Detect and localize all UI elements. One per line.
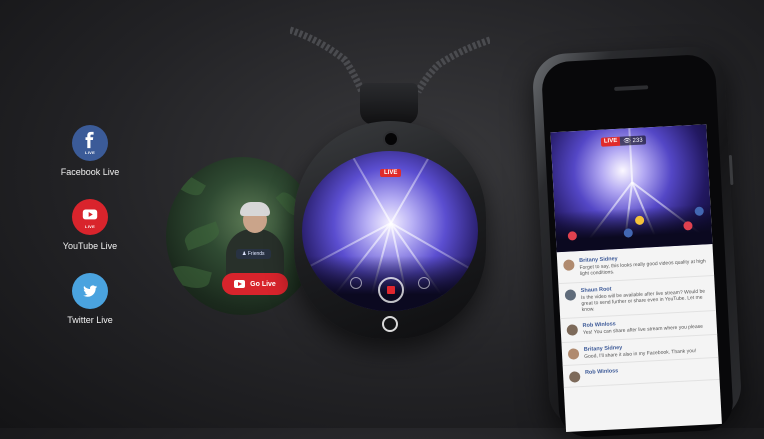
phone-side-button: [728, 154, 734, 186]
platform-twitter-live[interactable]: Twitter Live: [45, 273, 135, 325]
phone-live-tag: LIVE: [600, 136, 621, 147]
audience-friends-chip[interactable]: ♟ Friends: [236, 249, 271, 259]
go-live-label: Go Live: [250, 280, 276, 288]
device-home-button[interactable]: [382, 316, 398, 332]
youtube-icon: [234, 280, 246, 288]
device-left-control-icon[interactable]: [350, 277, 362, 289]
person-cap: [240, 202, 270, 216]
facebook-icon: [85, 131, 94, 149]
phone-screen: LIVE 👁 233 Britany Sidney Forget to say, …: [550, 124, 722, 432]
facebook-live-label: Facebook Live: [60, 167, 120, 177]
phone-speaker: [614, 85, 649, 91]
avatar: [568, 370, 581, 383]
smartphone: LIVE 👁 233 Britany Sidney Forget to say, …: [531, 45, 743, 439]
twitter-live-badge: [72, 273, 108, 309]
platform-facebook-live[interactable]: LIVE Facebook Live: [45, 125, 135, 177]
device-screen: LIVE: [302, 151, 478, 311]
phone-face: LIVE 👁 233 Britany Sidney Forget to say, …: [540, 53, 735, 439]
comment-author[interactable]: Rob Winloss: [585, 368, 619, 376]
device-clip: [360, 83, 418, 125]
avatar: [567, 347, 580, 360]
platform-list: LIVE Facebook Live LIVE YouTube Live Twi…: [45, 125, 135, 347]
youtube-live-label: YouTube Live: [62, 241, 118, 251]
avatar: [564, 288, 577, 301]
comment-list: Britany Sidney Forget to say, this looks …: [556, 246, 720, 388]
device-live-tag: LIVE: [380, 169, 402, 177]
viewer-count: 👁 233: [620, 135, 646, 146]
phone-live-indicator: LIVE 👁 233: [600, 135, 646, 147]
facebook-live-badge: LIVE: [72, 125, 108, 161]
record-button[interactable]: [378, 277, 404, 303]
avatar: [563, 259, 575, 271]
go-live-button[interactable]: Go Live: [222, 273, 288, 295]
pendant-camera-device: LIVE: [294, 121, 486, 339]
twitter-icon: [83, 285, 98, 297]
stop-icon: [387, 286, 395, 294]
friends-icon: ♟: [242, 251, 247, 257]
youtube-live-badge-text: LIVE: [84, 224, 96, 229]
facebook-live-badge-text: LIVE: [84, 150, 96, 155]
platform-youtube-live[interactable]: LIVE YouTube Live: [45, 199, 135, 251]
youtube-live-badge: LIVE: [72, 199, 108, 235]
avatar: [566, 324, 579, 337]
friends-label: Friends: [247, 251, 265, 257]
live-video-feed[interactable]: LIVE 👁 233: [550, 124, 713, 253]
viewer-count-value: 233: [632, 137, 643, 145]
twitter-live-label: Twitter Live: [67, 315, 113, 325]
device-right-control-icon[interactable]: [418, 277, 430, 289]
youtube-icon: [82, 209, 98, 220]
camera-lens-icon: [383, 131, 399, 147]
